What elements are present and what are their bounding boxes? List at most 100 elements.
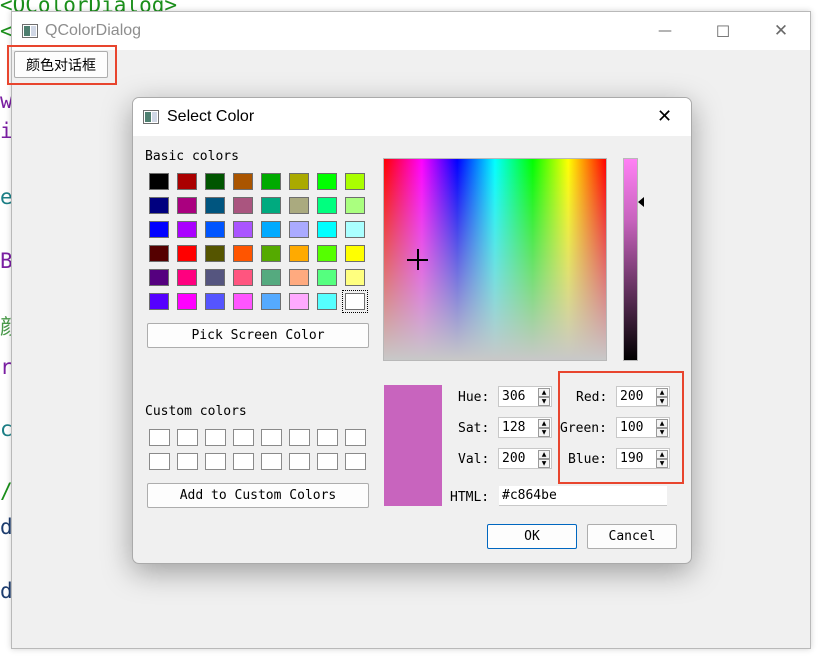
value-slider-arrow-icon[interactable] <box>638 197 644 207</box>
app-icon <box>22 24 38 38</box>
basic-color-swatch[interactable] <box>205 221 225 238</box>
basic-color-swatch[interactable] <box>317 173 337 190</box>
custom-color-swatch[interactable] <box>149 453 170 470</box>
custom-color-swatch[interactable] <box>149 429 170 446</box>
custom-color-swatch[interactable] <box>233 429 254 446</box>
basic-color-swatch[interactable] <box>261 173 281 190</box>
hue-label: Hue: <box>458 390 490 405</box>
basic-color-swatch[interactable] <box>317 269 337 286</box>
basic-color-swatch[interactable] <box>289 269 309 286</box>
basic-color-swatch[interactable] <box>289 197 309 214</box>
basic-color-swatch[interactable] <box>317 197 337 214</box>
custom-color-swatch[interactable] <box>345 429 366 446</box>
custom-color-swatch[interactable] <box>205 453 226 470</box>
basic-color-swatch[interactable] <box>149 269 169 286</box>
val-down-icon[interactable]: ▼ <box>538 459 550 468</box>
sat-down-icon[interactable]: ▼ <box>538 428 550 437</box>
custom-color-swatch[interactable] <box>261 429 282 446</box>
color-preview <box>384 385 442 506</box>
basic-color-swatch[interactable] <box>177 245 197 262</box>
basic-color-swatch[interactable] <box>342 290 368 313</box>
dialog-title: Select Color <box>167 108 255 125</box>
main-title-bar[interactable]: QColorDialog — ☐ ✕ <box>12 12 810 50</box>
hue-spinbox[interactable]: 306 ▲ ▼ <box>498 386 552 407</box>
highlight-rgb-fields <box>558 371 684 484</box>
close-button[interactable]: ✕ <box>758 12 804 50</box>
maximize-button[interactable]: ☐ <box>700 12 746 50</box>
basic-color-swatch[interactable] <box>177 221 197 238</box>
basic-color-swatch[interactable] <box>317 293 337 310</box>
basic-color-swatch[interactable] <box>345 269 365 286</box>
basic-color-swatch[interactable] <box>149 245 169 262</box>
sat-value: 128 <box>502 420 526 435</box>
custom-color-swatch[interactable] <box>289 429 310 446</box>
sat-label: Sat: <box>458 421 490 436</box>
basic-color-swatch[interactable] <box>177 173 197 190</box>
basic-color-swatch[interactable] <box>205 173 225 190</box>
basic-color-swatch[interactable] <box>261 245 281 262</box>
basic-color-swatch[interactable] <box>233 221 253 238</box>
basic-color-swatch[interactable] <box>261 221 281 238</box>
color-spectrum[interactable] <box>383 158 607 361</box>
val-value: 200 <box>502 451 526 466</box>
cancel-button[interactable]: Cancel <box>587 524 677 549</box>
basic-color-swatch[interactable] <box>233 173 253 190</box>
basic-color-swatch[interactable] <box>149 197 169 214</box>
basic-color-swatch[interactable] <box>205 197 225 214</box>
basic-color-swatch[interactable] <box>345 197 365 214</box>
basic-colors-label: Basic colors <box>145 149 239 164</box>
add-custom-colors-button[interactable]: Add to Custom Colors <box>147 483 369 508</box>
val-up-icon[interactable]: ▲ <box>538 450 550 459</box>
basic-color-swatch[interactable] <box>317 221 337 238</box>
basic-color-swatch[interactable] <box>205 293 225 310</box>
basic-color-swatch[interactable] <box>177 269 197 286</box>
html-input[interactable]: #c864be <box>499 486 667 506</box>
basic-color-swatch[interactable] <box>233 245 253 262</box>
ok-button[interactable]: OK <box>487 524 577 549</box>
basic-color-swatch[interactable] <box>205 269 225 286</box>
basic-color-swatch[interactable] <box>345 245 365 262</box>
sat-spinbox[interactable]: 128 ▲ ▼ <box>498 417 552 438</box>
basic-color-swatch[interactable] <box>345 173 365 190</box>
custom-color-swatch[interactable] <box>289 453 310 470</box>
basic-color-swatch[interactable] <box>289 245 309 262</box>
basic-color-swatch[interactable] <box>345 221 365 238</box>
basic-color-swatch[interactable] <box>261 269 281 286</box>
basic-color-swatch[interactable] <box>289 293 309 310</box>
value-slider[interactable] <box>623 158 638 361</box>
desktop: { "background_code": [ {"text":"<QColorD… <box>0 0 826 658</box>
custom-color-swatch[interactable] <box>317 453 338 470</box>
custom-color-swatch[interactable] <box>177 453 198 470</box>
custom-color-swatch[interactable] <box>177 429 198 446</box>
dialog-close-button[interactable]: ✕ <box>657 106 672 127</box>
minimize-button[interactable]: — <box>642 12 688 50</box>
custom-color-swatch[interactable] <box>205 429 226 446</box>
basic-color-swatch[interactable] <box>289 173 309 190</box>
basic-color-swatch[interactable] <box>317 245 337 262</box>
dialog-title-bar[interactable]: Select Color ✕ <box>133 98 691 136</box>
basic-color-swatch[interactable] <box>261 197 281 214</box>
val-label: Val: <box>458 452 490 467</box>
basic-color-swatch[interactable] <box>149 173 169 190</box>
hue-down-icon[interactable]: ▼ <box>538 397 550 406</box>
basic-color-swatch[interactable] <box>289 221 309 238</box>
custom-color-swatch[interactable] <box>345 453 366 470</box>
basic-color-swatch[interactable] <box>233 197 253 214</box>
sat-up-icon[interactable]: ▲ <box>538 419 550 428</box>
basic-color-swatch[interactable] <box>205 245 225 262</box>
basic-color-swatch[interactable] <box>149 293 169 310</box>
hue-up-icon[interactable]: ▲ <box>538 388 550 397</box>
basic-color-swatch[interactable] <box>149 221 169 238</box>
basic-color-swatch[interactable] <box>233 269 253 286</box>
crosshair-vertical <box>417 249 419 270</box>
custom-color-swatch[interactable] <box>317 429 338 446</box>
basic-color-swatch[interactable] <box>261 293 281 310</box>
basic-color-swatch[interactable] <box>233 293 253 310</box>
custom-color-swatch[interactable] <box>233 453 254 470</box>
custom-color-swatch[interactable] <box>261 453 282 470</box>
pick-screen-color-button[interactable]: Pick Screen Color <box>147 323 369 348</box>
basic-color-swatch[interactable] <box>177 293 197 310</box>
dialog-icon <box>143 110 159 124</box>
basic-color-swatch[interactable] <box>177 197 197 214</box>
val-spinbox[interactable]: 200 ▲ ▼ <box>498 448 552 469</box>
